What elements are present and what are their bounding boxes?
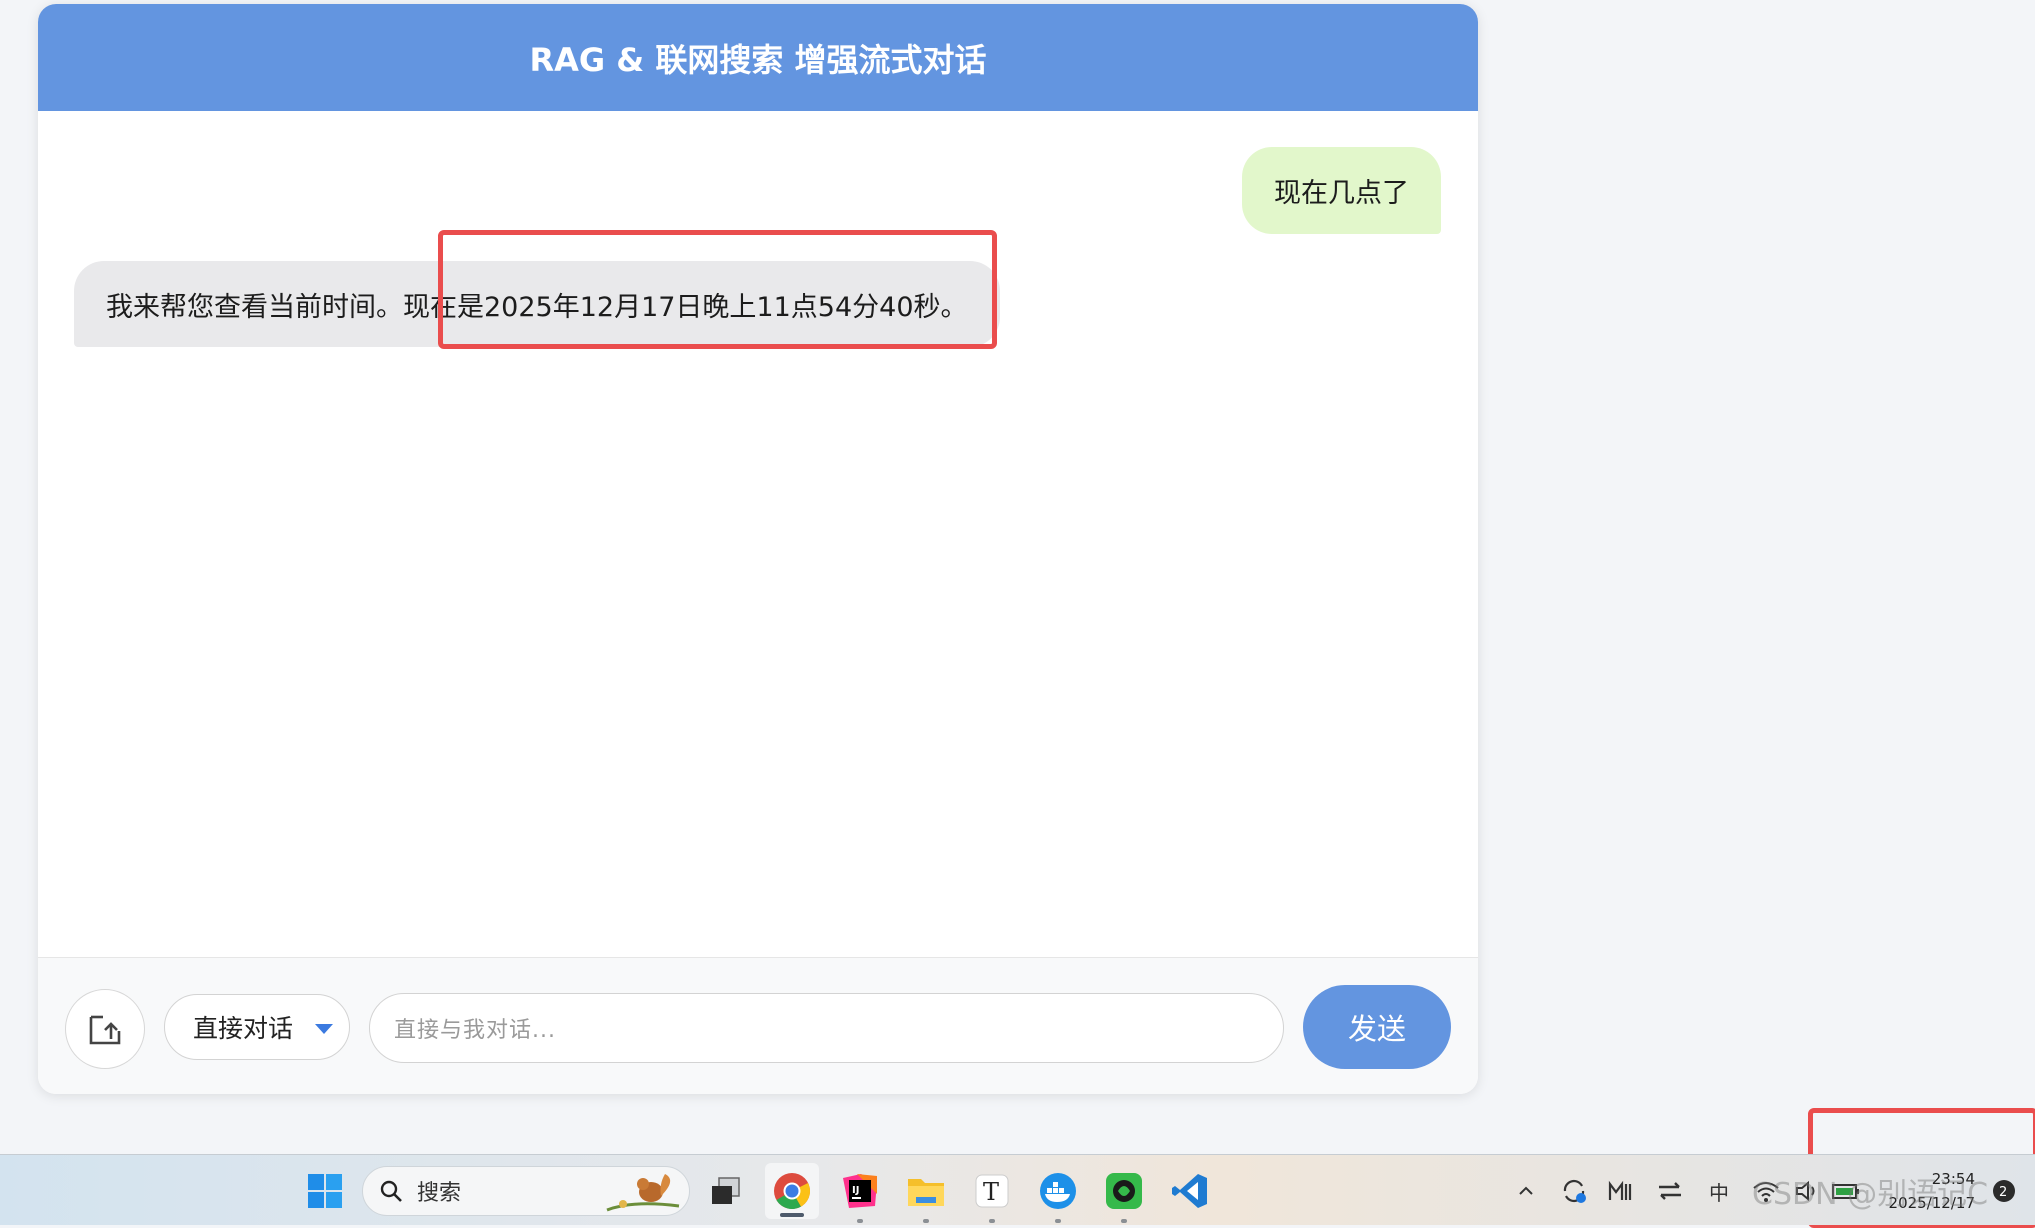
svg-text:T: T (983, 1178, 999, 1206)
typora-icon[interactable]: T (970, 1169, 1014, 1223)
notification-icon[interactable]: 2 (1988, 1175, 2020, 1207)
chat-header: RAG & 联网搜索 增强流式对话 (38, 4, 1478, 111)
docker-icon[interactable] (1036, 1169, 1080, 1223)
user-message: 现在几点了 (1242, 147, 1441, 234)
squirrel-icon (606, 1174, 680, 1212)
message-text: 现在几点了 (1274, 178, 1409, 209)
upload-button[interactable] (65, 989, 145, 1069)
taskbar-search[interactable]: 搜索 (362, 1166, 690, 1216)
intellij-icon[interactable]: IJ (838, 1169, 882, 1223)
taskbar-search-label: 搜索 (417, 1181, 462, 1206)
chevron-down-icon (315, 1024, 333, 1034)
search-icon (380, 1180, 402, 1202)
taskbar: 搜索 IJ T 中 23:54 2025/12/17 2 (0, 1154, 2035, 1225)
chevron-up-icon[interactable] (1510, 1175, 1542, 1207)
svg-text:2: 2 (1999, 1185, 2007, 1200)
chat-window: RAG & 联网搜索 增强流式对话 现在几点了 我来帮您查看当前时间。现在是20… (38, 4, 1478, 1094)
sync-icon[interactable] (1558, 1175, 1590, 1207)
mode-select[interactable]: 直接对话 (164, 994, 350, 1060)
assistant-message: 我来帮您查看当前时间。现在是2025年12月17日晚上11点54分40秒。 (74, 261, 1000, 347)
ime-indicator[interactable]: 中 (1703, 1175, 1735, 1207)
svg-text:IJ: IJ (852, 1185, 859, 1196)
upload-icon (89, 1015, 121, 1045)
windows-start-icon[interactable] (303, 1169, 347, 1213)
meter-icon[interactable] (1605, 1175, 1637, 1207)
input-bar: 直接对话 直接与我对话... 发送 (38, 957, 1478, 1094)
vscode-icon[interactable] (1168, 1169, 1212, 1213)
send-button[interactable]: 发送 (1303, 985, 1451, 1069)
message-list[interactable]: 现在几点了 我来帮您查看当前时间。现在是2025年12月17日晚上11点54分4… (38, 111, 1478, 959)
app-title: RAG & 联网搜索 增强流式对话 (529, 40, 987, 79)
transfer-icon[interactable] (1654, 1175, 1686, 1207)
chrome-icon[interactable] (765, 1163, 819, 1219)
watermark: CSDN @别语记C (1752, 1177, 1989, 1212)
message-input-placeholder: 直接与我对话... (394, 1018, 556, 1043)
send-button-label: 发送 (1347, 1012, 1406, 1046)
ime-label: 中 (1709, 1180, 1729, 1205)
app-icon[interactable] (1102, 1169, 1146, 1223)
mode-select-value: 直接对话 (193, 1014, 294, 1043)
task-view-icon[interactable] (704, 1169, 748, 1213)
message-input[interactable]: 直接与我对话... (369, 993, 1284, 1063)
file-explorer-icon[interactable] (904, 1169, 948, 1223)
message-text: 我来帮您查看当前时间。现在是2025年12月17日晚上11点54分40秒。 (106, 291, 968, 323)
